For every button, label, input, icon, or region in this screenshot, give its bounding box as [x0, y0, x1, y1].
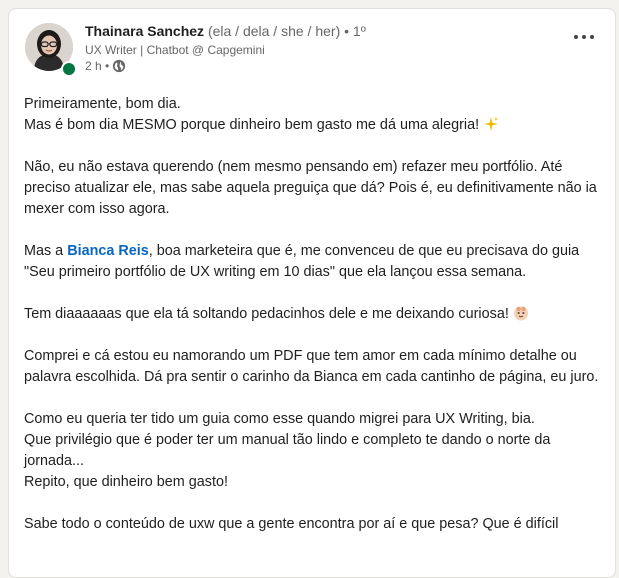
- author-pronouns: (ela / dela / she / her): [207, 23, 341, 39]
- text-line: Primeiramente, bom dia.: [24, 96, 181, 112]
- author-avatar[interactable]: [25, 23, 77, 77]
- text-line: Mas é bom dia MESMO porque dinheiro bem …: [24, 117, 484, 133]
- feed-post-card: Thainara Sanchez (ela / dela / she / her…: [8, 8, 616, 578]
- more-options-button[interactable]: [567, 25, 601, 49]
- text-line: Como eu queria ter tido um guia como ess…: [24, 411, 535, 427]
- paragraph-6: Como eu queria ter tido um guia como ess…: [24, 409, 604, 493]
- paragraph-3: Mas a Bianca Reis, boa marketeira que é,…: [24, 241, 604, 283]
- mention-link[interactable]: Bianca Reis: [67, 243, 149, 259]
- connection-degree: • 1º: [344, 23, 366, 39]
- smiling-face-emoji-icon: [513, 305, 529, 321]
- more-horizontal-icon: [574, 35, 578, 39]
- paragraph-7: Sabe todo o conteúdo de uxw que a gente …: [24, 516, 559, 532]
- paragraph-1: Primeiramente, bom dia. Mas é bom dia ME…: [24, 94, 604, 136]
- sparkles-emoji-icon: [483, 116, 499, 132]
- post-text: Primeiramente, bom dia. Mas é bom dia ME…: [24, 94, 604, 556]
- author-name[interactable]: Thainara Sanchez: [85, 23, 204, 39]
- post-time: 2 h •: [85, 59, 110, 73]
- author-name-line: Thainara Sanchez (ela / dela / she / her…: [85, 21, 561, 41]
- paragraph-4: Tem diaaaaaas que ela tá soltando pedaci…: [24, 304, 604, 325]
- text-segment: Tem diaaaaaas que ela tá soltando pedaci…: [24, 306, 513, 322]
- text-line: Repito, que dinheiro bem gasto!: [24, 474, 228, 490]
- text-line: Que privilégio que é poder ter um manual…: [24, 432, 551, 469]
- paragraph-2: Não, eu não estava querendo (nem mesmo p…: [24, 159, 597, 217]
- post-header: Thainara Sanchez (ela / dela / she / her…: [23, 21, 601, 87]
- paragraph-5: Comprei e cá estou eu namorando um PDF q…: [24, 348, 599, 385]
- post-timestamp: 2 h •: [85, 58, 561, 74]
- text-segment: Mas a: [24, 243, 68, 259]
- author-meta: Thainara Sanchez (ela / dela / she / her…: [85, 21, 561, 74]
- globe-icon: [112, 59, 126, 73]
- author-headline: UX Writer | Chatbot @ Capgemini: [85, 43, 265, 57]
- online-status-dot: [61, 61, 77, 77]
